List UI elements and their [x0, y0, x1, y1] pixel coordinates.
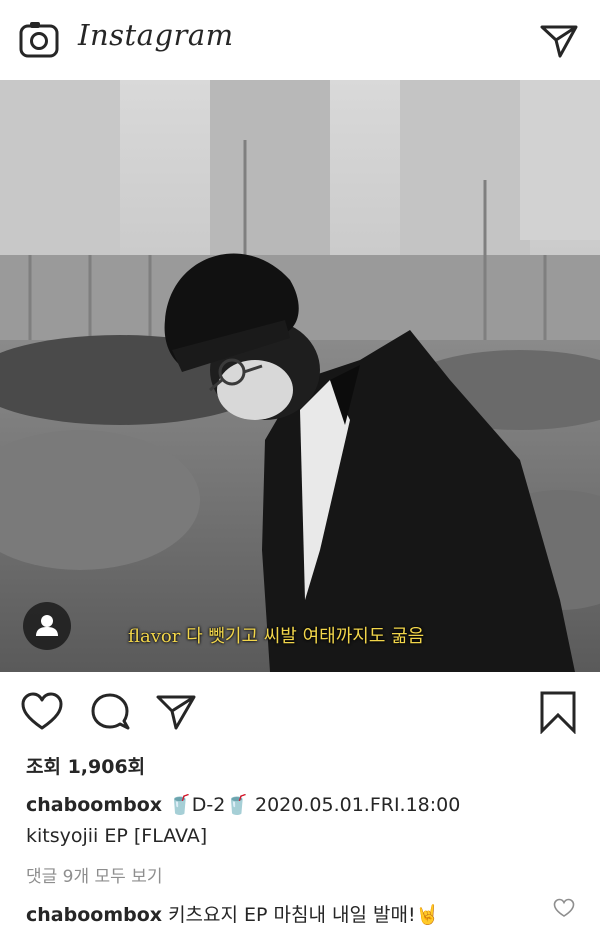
instagram-logo[interactable]: Instagram: [78, 18, 234, 52]
video-frame: [0, 80, 600, 672]
comment-username[interactable]: chaboombox: [26, 904, 162, 926]
video-subtitle: flavor 다 뺏기고 씨발 여태까지도 굶음: [128, 626, 425, 647]
heart-icon[interactable]: [20, 690, 64, 734]
direct-message-icon[interactable]: [538, 20, 580, 60]
comment-item: chaboombox 키츠요지 EP 마침내 내일 발매!🤘: [26, 900, 546, 927]
comment-text: 키츠요지 EP 마침내 내일 발매!🤘: [162, 904, 440, 926]
share-icon[interactable]: [154, 690, 198, 734]
caption-username[interactable]: chaboombox: [26, 794, 162, 816]
post-caption: chaboombox 🥤D-2🥤 2020.05.01.FRI.18:00 ki…: [26, 790, 586, 852]
bookmark-icon[interactable]: [536, 690, 580, 735]
view-count[interactable]: 조회 1,906회: [26, 752, 145, 779]
top-bar: Instagram: [0, 0, 600, 80]
view-all-comments-link[interactable]: 댓글 9개 모두 보기: [26, 862, 163, 887]
caption-line-2: kitsyojii EP [FLAVA]: [26, 825, 208, 847]
post-video[interactable]: flavor 다 뺏기고 씨발 여태까지도 굶음: [0, 80, 600, 672]
camera-icon[interactable]: [18, 20, 60, 60]
caption-line-1: 🥤D-2🥤 2020.05.01.FRI.18:00: [162, 794, 461, 816]
post-actions: [0, 680, 600, 742]
comment-icon[interactable]: [88, 690, 132, 734]
comment-like-heart-icon[interactable]: [553, 898, 575, 918]
